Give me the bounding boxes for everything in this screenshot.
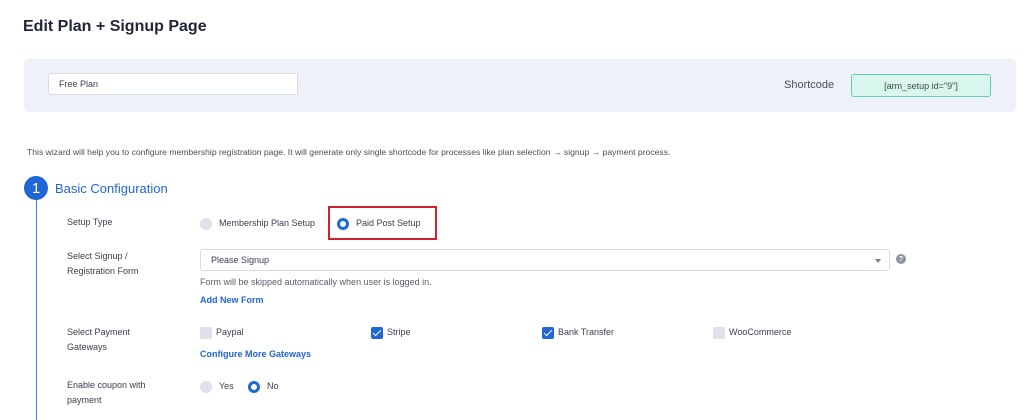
step-title: Basic Configuration (55, 181, 168, 196)
payment-gateways-label-line2: Gateways (67, 342, 108, 352)
plan-header-panel: Shortcode [arm_setup id="9"] (24, 59, 1016, 112)
signup-form-select-value: Please Signup (211, 255, 270, 265)
checkbox-bank-transfer-label[interactable]: Bank Transfer (558, 327, 614, 337)
signup-form-hint: Form will be skipped automatically when … (200, 277, 432, 287)
step-connector-line (36, 190, 37, 420)
payment-gateways-label: Select Payment Gateways (67, 325, 130, 355)
radio-membership-plan-setup[interactable] (200, 218, 212, 230)
setup-type-label: Setup Type (67, 217, 113, 227)
radio-membership-plan-setup-label[interactable]: Membership Plan Setup (219, 218, 315, 228)
checkbox-woocommerce[interactable] (713, 327, 725, 339)
checkbox-paypal[interactable] (200, 327, 212, 339)
signup-form-label-line2: Registration Form (67, 266, 139, 276)
shortcode-box[interactable]: [arm_setup id="9"] (851, 74, 991, 97)
checkbox-stripe-label[interactable]: Stripe (387, 327, 411, 337)
checkbox-paypal-label[interactable]: Paypal (216, 327, 244, 337)
signup-form-select[interactable]: Please Signup (200, 249, 890, 271)
signup-form-label-line1: Select Signup / (67, 251, 128, 261)
radio-coupon-no-label[interactable]: No (267, 381, 279, 391)
radio-coupon-yes[interactable] (200, 381, 212, 393)
radio-coupon-yes-label[interactable]: Yes (219, 381, 234, 391)
shortcode-label: Shortcode (784, 79, 835, 91)
signup-form-label: Select Signup / Registration Form (67, 249, 139, 279)
add-new-form-link[interactable]: Add New Form (200, 295, 264, 305)
wizard-intro-text: This wizard will help you to configure m… (27, 147, 671, 157)
coupon-label-line2: payment (67, 395, 102, 405)
checkbox-woocommerce-label[interactable]: WooCommerce (729, 327, 791, 337)
radio-paid-post-setup[interactable] (337, 218, 349, 230)
checkbox-stripe[interactable] (371, 327, 383, 339)
checkbox-bank-transfer[interactable] (542, 327, 554, 339)
radio-coupon-no[interactable] (248, 381, 260, 393)
coupon-label-line1: Enable coupon with (67, 380, 146, 390)
chevron-down-icon (875, 259, 881, 263)
coupon-label: Enable coupon with payment (67, 378, 146, 408)
payment-gateways-label-line1: Select Payment (67, 327, 131, 337)
step-number-badge: 1 (24, 176, 48, 200)
radio-paid-post-setup-label[interactable]: Paid Post Setup (356, 218, 421, 228)
configure-more-gateways-link[interactable]: Configure More Gateways (200, 349, 311, 359)
plan-name-input[interactable] (48, 73, 298, 95)
help-icon[interactable]: ? (896, 254, 906, 264)
page-title: Edit Plan + Signup Page (23, 18, 207, 35)
